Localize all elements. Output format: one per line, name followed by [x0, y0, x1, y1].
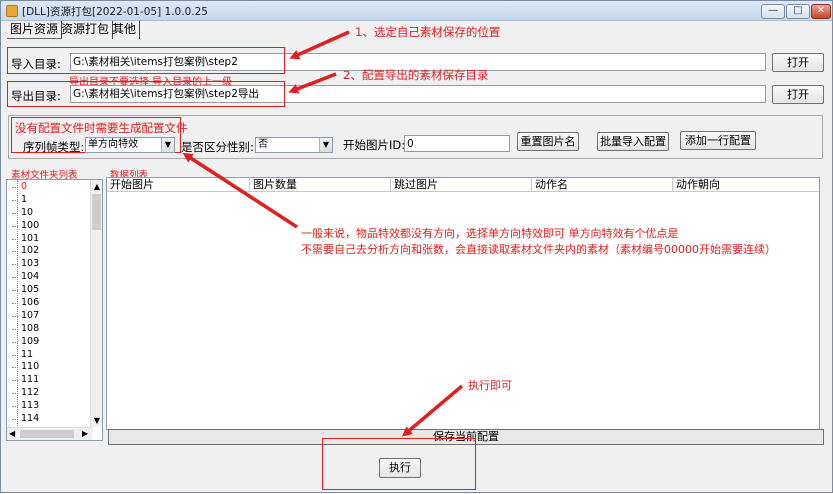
import-open-button[interactable]: 打开 — [772, 53, 824, 72]
col-action-name[interactable]: 动作名 — [532, 178, 673, 192]
chevron-down-icon[interactable]: ▼ — [92, 416, 102, 426]
annotation-3-line-2: 不需要自己去分析方向和张数，会直接读取素材文件夹内的素材（素材编号00000开始… — [301, 243, 776, 256]
export-open-button[interactable]: 打开 — [772, 85, 824, 104]
seq-type-value: 单方向特效 — [88, 139, 138, 150]
seq-type-label: 序列帧类型: — [23, 140, 85, 154]
maximize-button[interactable]: □ — [786, 4, 810, 19]
close-button[interactable]: ✕ — [811, 4, 831, 19]
tree-item[interactable]: 102 — [7, 245, 92, 258]
start-id-label: 开始图片ID: — [343, 138, 406, 152]
app-icon — [6, 5, 18, 17]
import-highlight — [7, 47, 285, 74]
start-id-input[interactable]: 0 — [404, 135, 510, 152]
chevron-down-icon: ▼ — [319, 138, 332, 152]
app-window: [DLL]资源打包[2022-01-05] 1.0.0.25 — □ ✕ 图片资… — [0, 0, 833, 493]
tree-item[interactable]: 113 — [7, 400, 92, 413]
tree-item[interactable]: 107 — [7, 310, 92, 323]
chevron-left-icon[interactable]: ◀ — [9, 429, 17, 439]
tree-item[interactable]: 103 — [7, 258, 92, 271]
tree-scroll-thumb[interactable] — [92, 194, 101, 230]
tab-image-resources[interactable]: 图片资源 — [7, 21, 63, 39]
tree-item[interactable]: 10 — [7, 207, 92, 220]
tree-vertical-scrollbar[interactable]: ▲ ▼ — [90, 180, 102, 427]
chevron-down-icon: ▼ — [161, 138, 174, 152]
tree-item[interactable]: 106 — [7, 297, 92, 310]
gender-select[interactable]: 否 ▼ — [255, 137, 333, 153]
col-action-direction[interactable]: 动作朝向 — [673, 178, 819, 192]
annotation-1: 1、选定自己素材保存的位置 — [355, 25, 501, 39]
tree-item[interactable]: 1 — [7, 194, 92, 207]
seq-type-select[interactable]: 单方向特效 ▼ — [85, 137, 175, 153]
gender-label: 是否区分性别: — [181, 140, 254, 154]
add-config-row-button[interactable]: 添加一行配置 — [680, 131, 756, 150]
tab-other[interactable]: 其他 — [109, 21, 141, 39]
tree-item[interactable]: 0 — [7, 181, 92, 194]
tree-item[interactable]: 11 — [7, 349, 92, 362]
tree-item[interactable]: 104 — [7, 271, 92, 284]
tab-resource-pack[interactable]: 资源打包 — [58, 21, 114, 39]
chevron-up-icon[interactable]: ▲ — [92, 182, 102, 192]
grid-header: 开始图片 图片数量 跳过图片 动作名 动作朝向 — [107, 178, 819, 192]
chevron-right-icon[interactable]: ▶ — [82, 429, 90, 439]
export-highlight — [7, 81, 285, 107]
gender-value: 否 — [258, 139, 268, 150]
annotation-2: 2、配置导出的素材保存目录 — [343, 68, 489, 82]
minimize-button[interactable]: — — [761, 4, 785, 19]
folder-tree-items: 0 1 10 100 101 102 103 104 105 106 107 1… — [7, 181, 92, 426]
tree-item[interactable]: 100 — [7, 220, 92, 233]
tree-item[interactable]: 110 — [7, 361, 92, 374]
reset-image-name-button[interactable]: 重置图片名 — [517, 132, 579, 151]
annotation-3-line-1: 一般来说，物品特效都没有方向，选择单方向特效即可 单方向特效有个优点是 — [301, 227, 679, 240]
tree-item[interactable]: 108 — [7, 323, 92, 336]
tree-item[interactable]: 105 — [7, 284, 92, 297]
annotation-4: 执行即可 — [468, 379, 512, 392]
tree-hscroll-thumb[interactable] — [20, 430, 74, 438]
window-title: [DLL]资源打包[2022-01-05] 1.0.0.25 — [22, 6, 208, 18]
tree-item[interactable]: 109 — [7, 336, 92, 349]
col-image-count[interactable]: 图片数量 — [250, 178, 391, 192]
batch-import-config-button[interactable]: 批量导入配置 — [597, 132, 669, 151]
col-start-image[interactable]: 开始图片 — [107, 178, 250, 192]
tree-item[interactable]: 111 — [7, 374, 92, 387]
tree-item[interactable]: 114 — [7, 413, 92, 426]
tree-item[interactable]: 112 — [7, 387, 92, 400]
config-notice: 没有配置文件时需要生成配置文件 — [15, 121, 188, 135]
data-list-grid[interactable]: 开始图片 图片数量 跳过图片 动作名 动作朝向 — [106, 177, 820, 430]
folder-tree[interactable]: 0 1 10 100 101 102 103 104 105 106 107 1… — [6, 179, 103, 441]
col-skip-image[interactable]: 跳过图片 — [391, 178, 532, 192]
tree-item[interactable]: 101 — [7, 233, 92, 246]
title-bar[interactable]: [DLL]资源打包[2022-01-05] 1.0.0.25 — □ ✕ — [1, 1, 832, 21]
tree-horizontal-scrollbar[interactable]: ◀ ▶ — [7, 427, 92, 440]
execute-button[interactable]: 执行 — [379, 458, 421, 478]
